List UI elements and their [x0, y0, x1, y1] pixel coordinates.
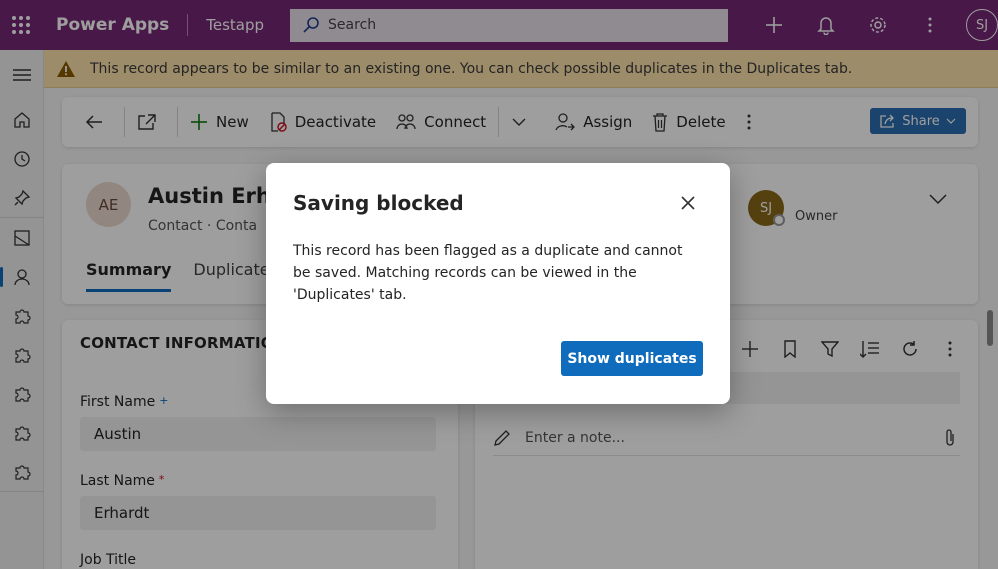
- dialog-message: This record has been flagged as a duplic…: [293, 243, 683, 303]
- saving-blocked-dialog: Saving blocked This record has been flag…: [266, 163, 730, 404]
- dialog-close-button[interactable]: [676, 191, 700, 215]
- show-duplicates-button[interactable]: Show duplicates: [561, 341, 703, 376]
- dialog-title: Saving blocked: [293, 191, 464, 215]
- close-icon: [681, 196, 695, 210]
